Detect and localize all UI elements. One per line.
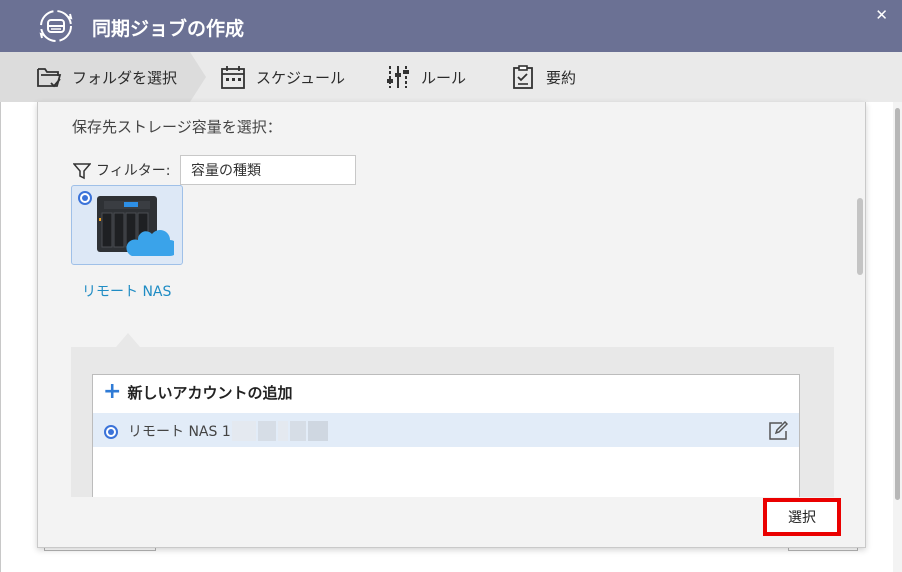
step-schedule[interactable]: スケジュール bbox=[220, 52, 345, 102]
add-account-button[interactable]: + 新しいアカウントの追加 bbox=[103, 381, 292, 403]
storage-option-radio[interactable] bbox=[78, 191, 92, 205]
step-label: 要約 bbox=[546, 68, 577, 87]
folder-check-icon bbox=[37, 68, 62, 88]
filter-icon bbox=[73, 163, 91, 180]
popup-title: 保存先ストレージ容量を選択： bbox=[72, 118, 282, 136]
redacted-address bbox=[232, 421, 328, 441]
sliders-icon bbox=[387, 66, 409, 88]
account-radio[interactable] bbox=[104, 425, 118, 439]
panel-pointer bbox=[116, 333, 140, 347]
select-button[interactable]: 選択 bbox=[763, 498, 841, 536]
wizard-step-bar: フォルダを選択 スケジュール ルール 要約 bbox=[0, 52, 902, 102]
content-scrollbar-thumb[interactable] bbox=[895, 108, 900, 500]
step-label: フォルダを選択 bbox=[72, 68, 178, 87]
filter-label: フィルター: bbox=[96, 163, 171, 179]
edit-icon[interactable] bbox=[768, 421, 788, 441]
remote-nas-icon bbox=[97, 196, 174, 256]
filter-input[interactable] bbox=[180, 155, 356, 185]
popup-scrollbar-thumb[interactable] bbox=[857, 198, 863, 275]
step-rules[interactable]: ルール bbox=[385, 52, 466, 102]
title-bar: 同期ジョブの作成 ✕ bbox=[0, 0, 902, 52]
step-label: スケジュール bbox=[256, 68, 345, 87]
clipboard-icon bbox=[513, 65, 533, 89]
add-account-label: 新しいアカウントの追加 bbox=[127, 383, 293, 402]
window-title: 同期ジョブの作成 bbox=[92, 18, 245, 40]
plus-icon: + bbox=[103, 379, 122, 404]
account-label: リモート NAS 1 bbox=[128, 424, 231, 440]
sync-drive-icon bbox=[39, 10, 73, 42]
storage-option-caption: リモート NAS bbox=[82, 284, 172, 300]
close-button[interactable]: ✕ bbox=[875, 6, 888, 24]
calendar-icon bbox=[221, 66, 245, 89]
content-left-border bbox=[0, 102, 1, 572]
step-summary[interactable]: 要約 bbox=[510, 52, 576, 102]
step-label: ルール bbox=[421, 68, 467, 87]
step-select-folder[interactable]: フォルダを選択 bbox=[36, 52, 177, 102]
